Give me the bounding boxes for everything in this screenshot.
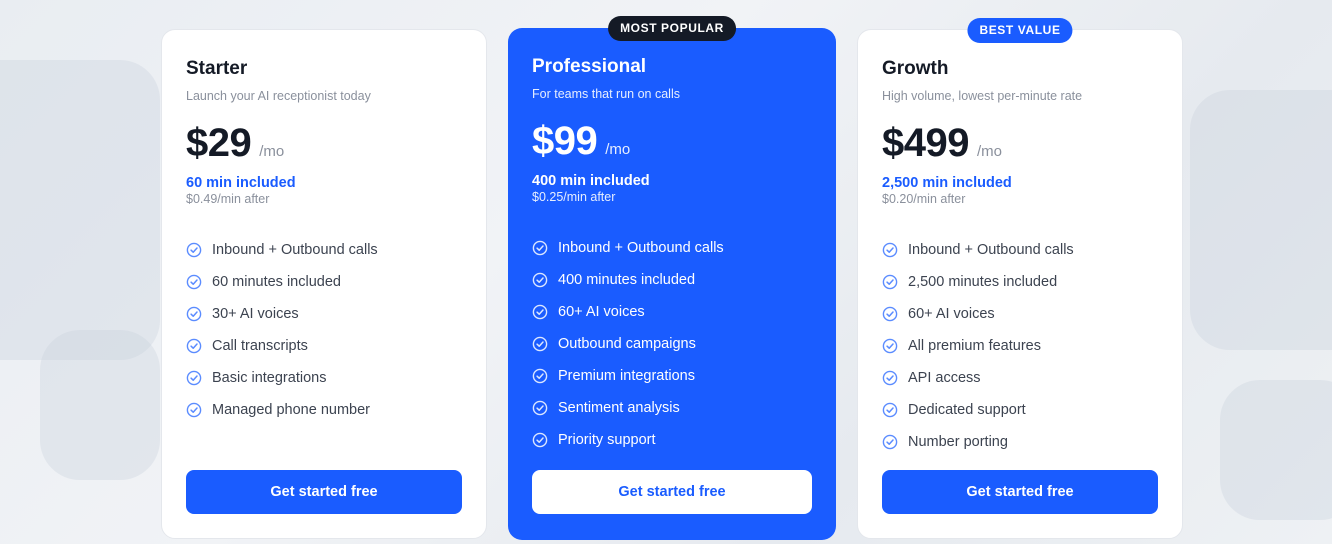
feature-item: Call transcripts	[186, 330, 462, 362]
feature-item: Priority support	[532, 424, 812, 456]
feature-item: All premium features	[882, 330, 1158, 362]
check-circle-icon	[882, 306, 898, 322]
plan-card-starter: Starter Launch your AI receptionist toda…	[161, 29, 487, 539]
get-started-button-professional[interactable]: Get started free	[532, 470, 812, 514]
plan-subtitle: High volume, lowest per-minute rate	[882, 89, 1083, 103]
feature-item: 400 minutes included	[532, 264, 812, 296]
feature-text: Inbound + Outbound calls	[908, 242, 1074, 258]
feature-item: Number porting	[882, 426, 1158, 458]
plan-card-growth: BEST VALUE Growth High volume, lowest pe…	[857, 18, 1183, 539]
plan-subtitle: For teams that run on calls	[532, 87, 680, 101]
check-circle-icon	[882, 338, 898, 354]
check-circle-icon	[186, 274, 202, 290]
feature-text: API access	[908, 370, 981, 386]
feature-text: 400 minutes included	[558, 272, 696, 288]
feature-text: Managed phone number	[212, 402, 371, 418]
plan-name: Starter	[186, 58, 248, 79]
feature-text: Inbound + Outbound calls	[212, 242, 378, 258]
check-circle-icon	[882, 434, 898, 450]
minutes-included: 2,500 min included	[882, 175, 1012, 191]
check-circle-icon	[186, 338, 202, 354]
feature-text: 60 minutes included	[212, 274, 341, 290]
feature-text: Basic integrations	[212, 370, 327, 386]
feature-item: Inbound + Outbound calls	[532, 232, 812, 264]
feature-text: 60+ AI voices	[558, 304, 645, 320]
check-circle-icon	[532, 336, 548, 352]
most-popular-badge: MOST POPULAR	[608, 16, 736, 41]
check-circle-icon	[186, 370, 202, 386]
plan-card-professional: MOST POPULAR Professional For teams that…	[508, 16, 836, 540]
feature-item: 60+ AI voices	[532, 296, 812, 328]
check-circle-icon	[882, 274, 898, 290]
check-circle-icon	[186, 402, 202, 418]
feature-item: 60+ AI voices	[882, 298, 1158, 330]
price-row: $99 /mo	[532, 119, 812, 163]
feature-item: 30+ AI voices	[186, 298, 462, 330]
check-circle-icon	[186, 306, 202, 322]
get-started-button-starter[interactable]: Get started free	[186, 470, 462, 514]
price-period: /mo	[605, 141, 631, 158]
check-circle-icon	[882, 242, 898, 258]
feature-text: Outbound campaigns	[558, 336, 696, 352]
feature-item: Premium integrations	[532, 360, 812, 392]
feature-item: API access	[882, 362, 1158, 394]
feature-text: Inbound + Outbound calls	[558, 240, 724, 256]
check-circle-icon	[532, 400, 548, 416]
price-row: $29 /mo	[186, 121, 462, 165]
plan-price: $499	[882, 121, 969, 165]
overage-rate: $0.25/min after	[532, 190, 616, 204]
feature-text: Dedicated support	[908, 402, 1026, 418]
feature-list: Inbound + Outbound calls 2,500 minutes i…	[882, 234, 1158, 458]
feature-item: Basic integrations	[186, 362, 462, 394]
feature-item: Inbound + Outbound calls	[186, 234, 462, 266]
get-started-button-growth[interactable]: Get started free	[882, 470, 1158, 514]
feature-item: Sentiment analysis	[532, 392, 812, 424]
minutes-included: 400 min included	[532, 173, 650, 189]
feature-text: Priority support	[558, 432, 656, 448]
check-circle-icon	[882, 402, 898, 418]
plan-name: Professional	[532, 56, 647, 77]
feature-item: Inbound + Outbound calls	[882, 234, 1158, 266]
check-circle-icon	[532, 304, 548, 320]
best-value-badge: BEST VALUE	[967, 18, 1073, 43]
overage-rate: $0.49/min after	[186, 192, 270, 206]
feature-text: Number porting	[908, 434, 1008, 450]
check-circle-icon	[532, 432, 548, 448]
feature-text: 30+ AI voices	[212, 306, 299, 322]
feature-text: Premium integrations	[558, 368, 695, 384]
price-row: $499 /mo	[882, 121, 1158, 165]
plan-price: $29	[186, 121, 252, 165]
feature-item: 2,500 minutes included	[882, 266, 1158, 298]
check-circle-icon	[186, 242, 202, 258]
feature-item: Outbound campaigns	[532, 328, 812, 360]
price-period: /mo	[976, 143, 1002, 160]
plan-name: Growth	[882, 58, 949, 79]
feature-item: 60 minutes included	[186, 266, 462, 298]
feature-list: Inbound + Outbound calls 60 minutes incl…	[186, 234, 462, 426]
feature-item: Managed phone number	[186, 394, 462, 426]
feature-list: Inbound + Outbound calls 400 minutes inc…	[532, 232, 812, 456]
check-circle-icon	[532, 240, 548, 256]
overage-rate: $0.20/min after	[882, 192, 966, 206]
feature-item: Dedicated support	[882, 394, 1158, 426]
check-circle-icon	[532, 368, 548, 384]
check-circle-icon	[532, 272, 548, 288]
feature-text: Sentiment analysis	[558, 400, 680, 416]
feature-text: 2,500 minutes included	[908, 274, 1058, 290]
feature-text: Call transcripts	[212, 338, 308, 354]
plan-price: $99	[532, 119, 598, 163]
price-period: /mo	[259, 143, 285, 160]
check-circle-icon	[882, 370, 898, 386]
feature-text: All premium features	[908, 338, 1041, 354]
feature-text: 60+ AI voices	[908, 306, 995, 322]
minutes-included: 60 min included	[186, 175, 296, 191]
plan-subtitle: Launch your AI receptionist today	[186, 89, 371, 103]
